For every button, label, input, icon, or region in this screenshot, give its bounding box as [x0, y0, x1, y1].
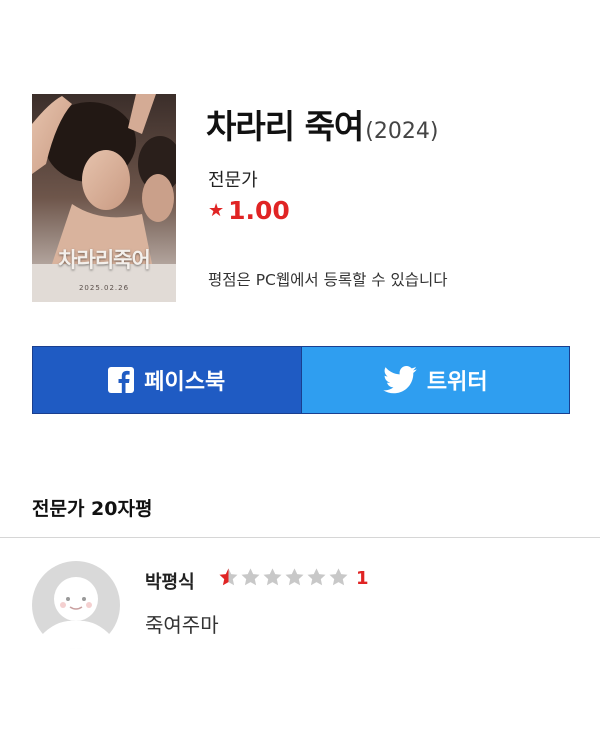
star-empty-icon — [285, 568, 304, 586]
star-empty-icon — [263, 568, 282, 586]
share-buttons: 페이스북 트위터 — [32, 346, 570, 414]
movie-rating-page: 차라리죽어 2025.02.26 차라리 죽여(2024) 전문가 ★ 1.00… — [0, 0, 600, 750]
review-score: 1 — [356, 568, 369, 589]
star-empty-icon — [241, 568, 260, 586]
facebook-icon — [108, 367, 135, 393]
critic-reviews-heading: 전문가 20자평 — [32, 498, 153, 520]
review-star-rating — [218, 567, 350, 588]
star-empty-icon — [307, 568, 326, 586]
star-icon: ★ — [208, 199, 225, 221]
twitter-share-button[interactable]: 트위터 — [301, 347, 569, 413]
twitter-share-label: 트위터 — [426, 370, 488, 395]
movie-title: 차라리 죽여(2024) — [206, 100, 438, 148]
reviewer-name[interactable]: 박평식 — [145, 568, 195, 594]
movie-title-name: 차라리 죽여 — [206, 107, 364, 146]
movie-year: (2024) — [365, 119, 439, 144]
poster-release-date: 2025.02.26 — [78, 284, 130, 292]
critic-rating-label: 전문가 — [208, 170, 258, 191]
movie-poster[interactable]: 차라리죽어 2025.02.26 — [32, 94, 176, 302]
rating-note: 평점은 PC웹에서 등록할 수 있습니다 — [208, 271, 448, 289]
review-text: 죽여주마 — [145, 613, 219, 637]
twitter-icon — [383, 366, 417, 394]
default-avatar-icon — [32, 561, 120, 649]
facebook-share-label: 페이스북 — [144, 370, 226, 395]
critic-rating: ★ 1.00 — [208, 198, 290, 223]
facebook-share-button[interactable]: 페이스북 — [33, 347, 302, 413]
half-star-icon — [219, 568, 238, 586]
star-empty-icon — [329, 568, 348, 586]
section-divider — [0, 537, 600, 538]
poster-title-text: 차라리죽어 — [58, 247, 151, 272]
critic-rating-score: 1.00 — [228, 196, 290, 225]
